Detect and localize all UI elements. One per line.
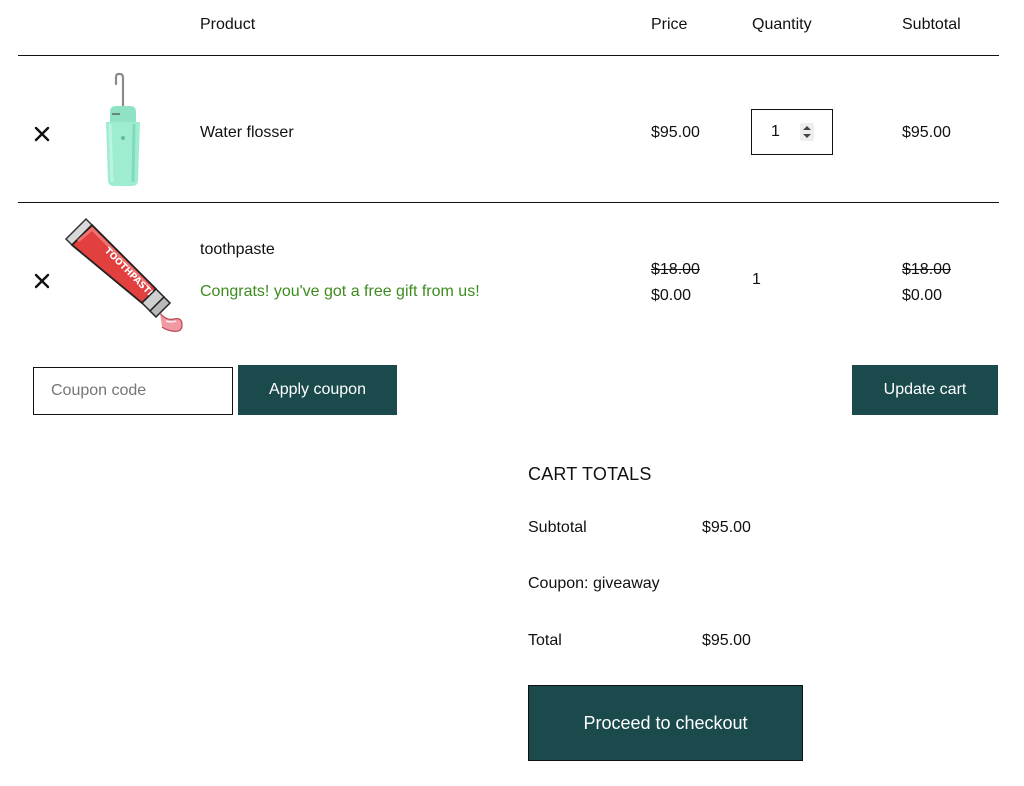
product-name-link[interactable]: toothpaste [200,241,275,259]
coupon-code-input[interactable] [33,367,233,415]
totals-total-value: $95.00 [702,632,751,649]
chevron-up-icon[interactable] [803,126,811,130]
cart-item-row: Water flosser $95.00 1 $95.00 [18,56,999,203]
free-gift-message: Congrats! you've got a free gift from us… [200,283,480,300]
header-quantity: Quantity [752,16,812,33]
discounted-price: $0.00 [651,287,692,304]
product-name-link[interactable]: Water flosser [200,124,294,142]
cart-item-row: TOOTHPASTE toothpaste Congrats! you've g… [18,203,999,339]
subtotal-value: $95.00 [902,124,951,141]
price-value: $95.00 [651,124,700,141]
header-product: Product [200,16,256,33]
toothpaste-image[interactable]: TOOTHPASTE [62,217,184,335]
cart-table: Product Price Quantity Subtotal Water fl… [18,0,999,339]
totals-subtotal-value: $95.00 [702,519,751,536]
close-icon[interactable] [34,126,50,142]
item-subtotal: $95.00 [902,124,951,142]
update-cart-button[interactable]: Update cart [852,365,998,415]
quantity-value: 1 [752,271,761,288]
original-subtotal: $18.00 [902,261,951,278]
quantity-stepper[interactable]: 1 [751,109,833,155]
item-subtotal: $18.00 $0.00 [902,257,951,309]
cart-table-header: Product Price Quantity Subtotal [18,0,999,56]
quantity-spinner[interactable] [800,123,814,141]
close-icon[interactable] [34,273,50,289]
water-flosser-image[interactable] [96,72,146,188]
apply-coupon-button[interactable]: Apply coupon [238,365,397,415]
totals-coupon-label: Coupon: giveaway [528,575,660,592]
header-subtotal: Subtotal [902,16,961,33]
cart-totals-heading: CART TOTALS [528,464,652,484]
original-price: $18.00 [651,261,700,278]
header-price: Price [651,16,688,33]
chevron-down-icon[interactable] [803,134,811,138]
cart-page: Product Price Quantity Subtotal Water fl… [0,0,1024,786]
totals-total-label: Total [528,632,562,649]
totals-subtotal-label: Subtotal [528,519,587,536]
item-price: $95.00 [651,124,700,142]
quantity-value[interactable]: 1 [771,123,780,141]
proceed-to-checkout-button[interactable]: Proceed to checkout [528,685,803,761]
item-price: $18.00 $0.00 [651,257,700,309]
discounted-subtotal: $0.00 [902,287,943,304]
